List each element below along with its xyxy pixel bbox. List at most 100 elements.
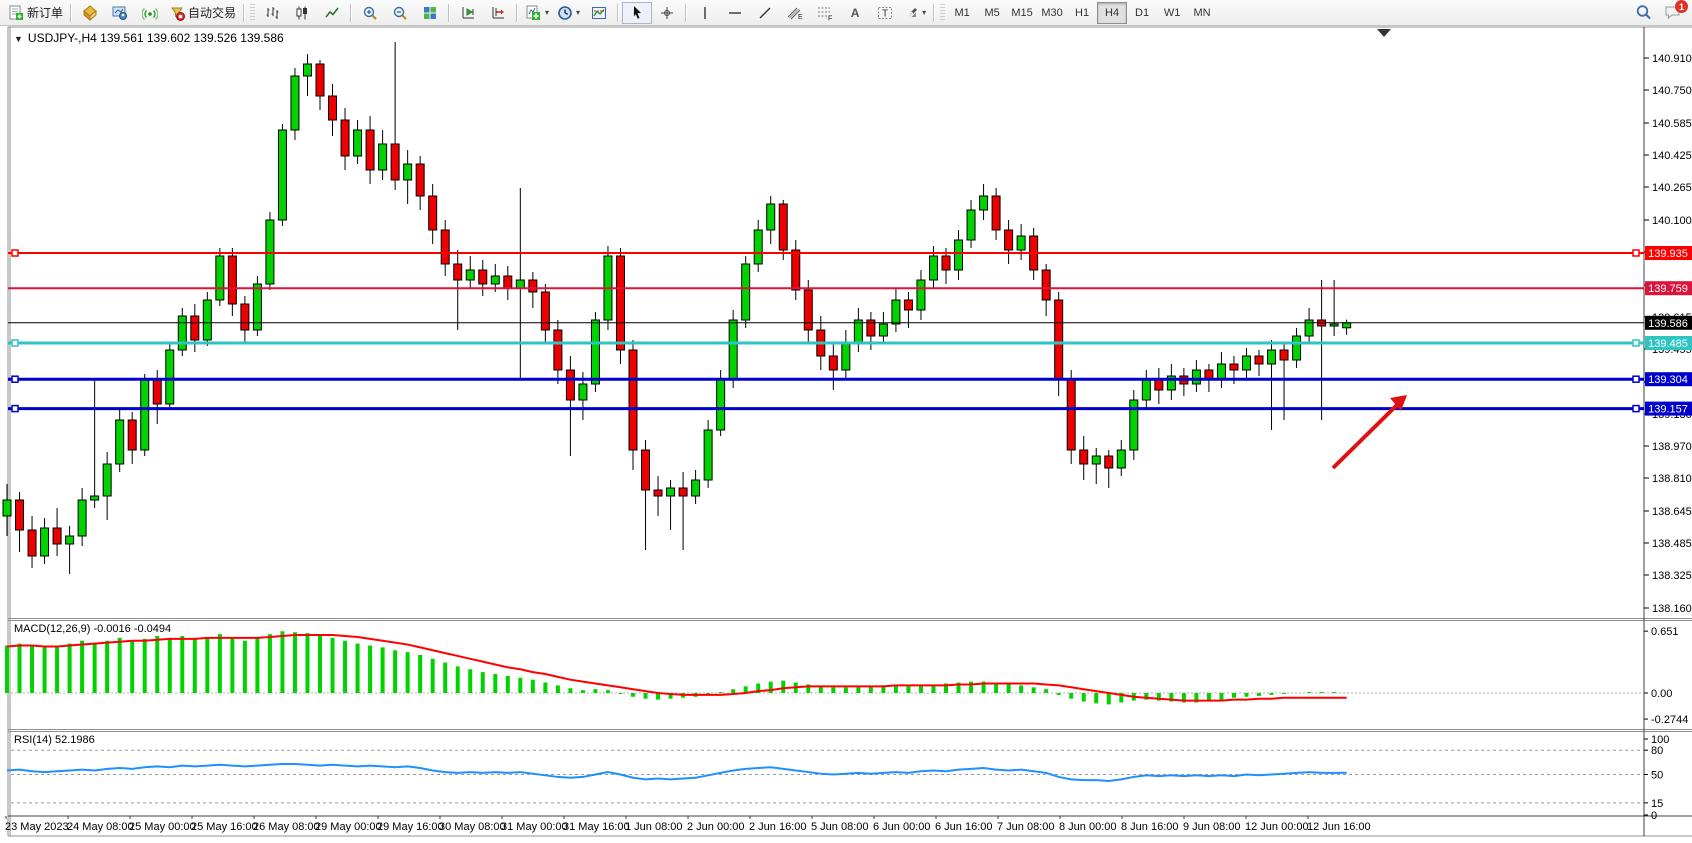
timeframe-button-M5[interactable]: M5: [977, 2, 1007, 24]
svg-text:1 Jun 08:00: 1 Jun 08:00: [625, 821, 683, 833]
svg-text:23 May 2023: 23 May 2023: [5, 821, 69, 833]
templates-button[interactable]: [584, 2, 614, 24]
periods-button[interactable]: ▾: [553, 2, 584, 24]
timeframe-button-MN[interactable]: MN: [1187, 2, 1217, 24]
price-label-139.935: 139.935: [1645, 246, 1692, 260]
svg-text:E: E: [798, 14, 803, 21]
signals-icon: [142, 5, 158, 21]
chart-canvas[interactable]: 140.910140.750140.585140.425140.265140.1…: [0, 0, 1692, 838]
vertical-line-tool-button[interactable]: [690, 2, 720, 24]
market-button[interactable]: [75, 2, 105, 24]
horizontal-line-icon: [727, 5, 743, 21]
svg-text:29 May 00:00: 29 May 00:00: [315, 821, 382, 833]
text-tool-icon: A: [851, 6, 860, 20]
arrows-tool-button[interactable]: ▾: [900, 2, 930, 24]
svg-text:138.645: 138.645: [1652, 506, 1692, 518]
cursor-icon: [630, 5, 644, 20]
indicators-button[interactable]: ▾: [521, 2, 553, 24]
auto-scroll-button[interactable]: [453, 2, 483, 24]
svg-text:5 Jun 08:00: 5 Jun 08:00: [811, 821, 869, 833]
chat-button[interactable]: 1: [1658, 2, 1688, 24]
svg-text:12 Jun 16:00: 12 Jun 16:00: [1307, 821, 1371, 833]
svg-text:31 May 16:00: 31 May 16:00: [563, 821, 630, 833]
svg-text:8 Jun 00:00: 8 Jun 00:00: [1059, 821, 1117, 833]
price-label-139.485: 139.485: [1645, 336, 1692, 350]
trendline-tool-button[interactable]: [750, 2, 780, 24]
svg-text:139.157: 139.157: [1648, 404, 1688, 416]
periods-caret-icon: ▾: [576, 8, 580, 17]
trendline-icon: [757, 5, 773, 21]
svg-text:140.910: 140.910: [1652, 53, 1692, 65]
candlestick-chart-icon: [294, 5, 310, 21]
svg-text:2 Jun 16:00: 2 Jun 16:00: [749, 821, 807, 833]
svg-text:139.586: 139.586: [1648, 318, 1688, 330]
periods-clock-icon: [557, 5, 573, 21]
strategy-tester-button[interactable]: [105, 2, 135, 24]
timeframe-button-M15[interactable]: M15: [1007, 2, 1037, 24]
autotrading-button[interactable]: 自动交易: [165, 2, 240, 24]
chart-shift-button[interactable]: [483, 2, 513, 24]
equidistant-channel-icon: E: [786, 5, 804, 21]
price-label-139.157: 139.157: [1645, 402, 1692, 416]
zoom-in-icon: [362, 5, 378, 21]
svg-text:140.425: 140.425: [1652, 150, 1692, 162]
timeframe-button-H1[interactable]: H1: [1067, 2, 1097, 24]
search-icon: [1635, 4, 1652, 21]
bar-chart-button[interactable]: [257, 2, 287, 24]
svg-text:139.759: 139.759: [1648, 283, 1688, 295]
indicators-caret-icon: ▾: [545, 8, 549, 17]
svg-text:31 May 00:00: 31 May 00:00: [501, 821, 568, 833]
svg-text:139.485: 139.485: [1648, 338, 1688, 350]
line-chart-button[interactable]: [317, 2, 347, 24]
horizontal-line-tool-button[interactable]: [720, 2, 750, 24]
main-toolbar: 新订单 自动交易 ▾ ▾ E F A T ▾ M1M5M15M30H1H4D1W…: [0, 0, 1692, 26]
zoom-out-button[interactable]: [385, 2, 415, 24]
zoom-in-button[interactable]: [355, 2, 385, 24]
new-order-icon: [8, 5, 24, 21]
new-order-label: 新订单: [27, 4, 63, 21]
svg-text:F: F: [828, 15, 832, 21]
crosshair-icon: [659, 5, 675, 21]
timeframe-button-M30[interactable]: M30: [1037, 2, 1067, 24]
svg-text:12 Jun 00:00: 12 Jun 00:00: [1245, 821, 1309, 833]
crosshair-tool-button[interactable]: [652, 2, 682, 24]
text-tool-button[interactable]: A: [840, 2, 870, 24]
cursor-tool-button[interactable]: [622, 2, 652, 24]
svg-text:138.160: 138.160: [1652, 603, 1692, 615]
search-button[interactable]: [1628, 2, 1658, 24]
candlestick-chart-button[interactable]: [287, 2, 317, 24]
text-label-tool-button[interactable]: T: [870, 2, 900, 24]
svg-text:140.265: 140.265: [1652, 182, 1692, 194]
timeframe-button-group: M1M5M15M30H1H4D1W1MN: [947, 2, 1217, 24]
timeframe-button-D1[interactable]: D1: [1127, 2, 1157, 24]
chart-shift-icon: [490, 5, 506, 21]
timeframe-button-H4[interactable]: H4: [1097, 2, 1127, 24]
autotrading-label: 自动交易: [188, 4, 236, 21]
price-label-139.304: 139.304: [1645, 372, 1692, 386]
svg-text:8 Jun 16:00: 8 Jun 16:00: [1121, 821, 1179, 833]
svg-text:138.970: 138.970: [1652, 441, 1692, 453]
chart-background: [0, 0, 1692, 838]
new-order-button[interactable]: 新订单: [4, 2, 67, 24]
timeframe-button-M1[interactable]: M1: [947, 2, 977, 24]
svg-text:6 Jun 16:00: 6 Jun 16:00: [935, 821, 993, 833]
svg-text:2 Jun 00:00: 2 Jun 00:00: [687, 821, 745, 833]
autotrading-icon: [169, 5, 185, 21]
svg-text:138.485: 138.485: [1652, 538, 1692, 550]
timeframe-button-W1[interactable]: W1: [1157, 2, 1187, 24]
svg-text:30 May 08:00: 30 May 08:00: [439, 821, 506, 833]
signals-button[interactable]: [135, 2, 165, 24]
indicators-icon: [525, 5, 542, 21]
chart-window[interactable]: ▼USDJPY-,H4 139.561 139.602 139.526 139.…: [0, 0, 1692, 838]
svg-text:138.325: 138.325: [1652, 570, 1692, 582]
fibonacci-icon: F: [816, 5, 834, 21]
svg-text:0.00: 0.00: [1651, 688, 1672, 700]
fibonacci-tool-button[interactable]: F: [810, 2, 840, 24]
chat-badge: 1: [1675, 0, 1688, 13]
tile-windows-button[interactable]: [415, 2, 445, 24]
collapse-indicator-icon[interactable]: ▼: [14, 34, 23, 44]
equidistant-channel-tool-button[interactable]: E: [780, 2, 810, 24]
line-chart-icon: [324, 5, 340, 21]
svg-text:-0.2744: -0.2744: [1651, 714, 1688, 726]
svg-text:140.750: 140.750: [1652, 85, 1692, 97]
